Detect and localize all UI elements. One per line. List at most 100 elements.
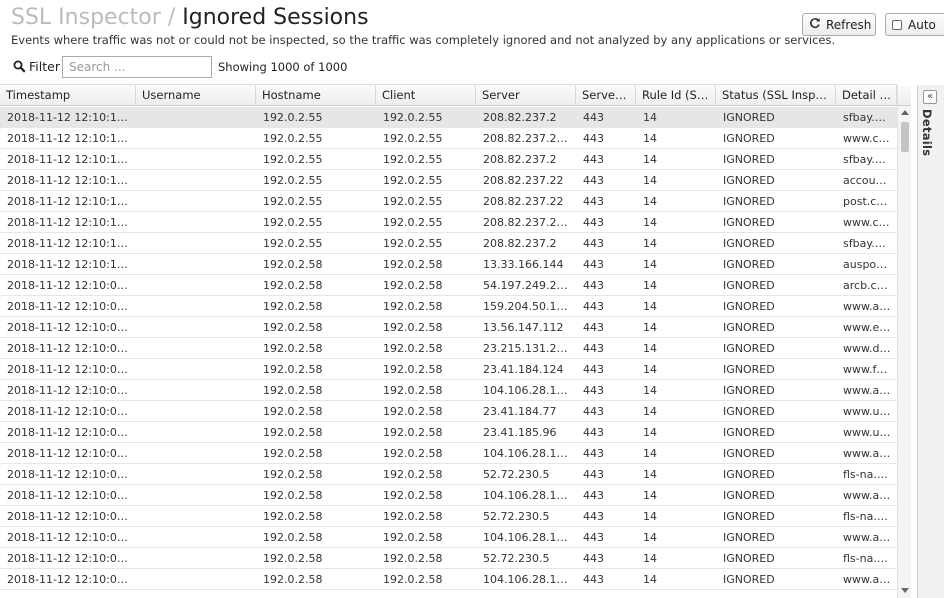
cell-detail: www.a… [843,384,891,397]
table-row[interactable]: 2018-11-12 12:10:1… 192.0.2.55 192.0.2.55 2… [0,170,897,191]
cell-username [136,380,256,401]
details-tab[interactable]: Details [920,109,934,156]
cell-server: 23.41.185.96 [483,426,557,439]
cell-hostname: 192.0.2.58 [263,384,323,397]
cell-client: 192.0.2.55 [383,216,443,229]
vertical-scrollbar[interactable] [897,106,911,598]
cell-username [136,149,256,170]
column-header-hostname[interactable]: Hostname [256,85,376,106]
table-row[interactable]: 2018-11-12 12:10:1… 192.0.2.55 192.0.2.55 2… [0,233,897,254]
cell-username [136,569,256,590]
column-header-timestamp[interactable]: Timestamp [0,85,136,106]
table-row[interactable]: 2018-11-12 12:10:0… 192.0.2.58 192.0.2.58 5… [0,506,897,527]
cell-status: IGNORED [723,237,775,250]
cell-status: IGNORED [723,489,775,502]
cell-rule-id: 14 [643,405,657,418]
table-row[interactable]: 2018-11-12 12:10:0… 192.0.2.58 192.0.2.58 2… [0,359,897,380]
cell-server: 52.72.230.5 [483,510,550,523]
table-row[interactable]: 2018-11-12 12:10:0… 192.0.2.58 192.0.2.58 2… [0,422,897,443]
cell-status: IGNORED [723,426,775,439]
cell-hostname: 192.0.2.58 [263,405,323,418]
table-row[interactable]: 2018-11-12 12:10:0… 192.0.2.58 192.0.2.58 1… [0,317,897,338]
cell-timestamp: 2018-11-12 12:10:1… [7,174,128,187]
cell-timestamp: 2018-11-12 12:10:0… [7,405,128,418]
cell-rule-id: 14 [643,468,657,481]
cell-detail: fls-na.… [843,510,888,523]
cell-hostname: 192.0.2.58 [263,426,323,439]
cell-username [136,212,256,233]
cell-server-port: 443 [583,111,604,124]
table-row[interactable]: 2018-11-12 12:10:0… 192.0.2.58 192.0.2.58 2… [0,338,897,359]
table-row[interactable]: 2018-11-12 12:10:0… 192.0.2.58 192.0.2.58 1… [0,527,897,548]
cell-status: IGNORED [723,405,775,418]
cell-detail: www.a… [843,489,891,502]
cell-detail: www.a… [843,573,891,586]
cell-hostname: 192.0.2.55 [263,195,323,208]
table-row[interactable]: 2018-11-12 12:10:1… 192.0.2.55 192.0.2.55 2… [0,107,897,128]
cell-status: IGNORED [723,216,775,229]
cell-server: 104.106.28.1… [483,384,568,397]
cell-server-port: 443 [583,447,604,460]
cell-detail: www.d… [843,342,891,355]
cell-client: 192.0.2.58 [383,405,443,418]
scroll-down-icon[interactable] [901,588,909,593]
table-row[interactable]: 2018-11-12 12:10:0… 192.0.2.58 192.0.2.58 1… [0,485,897,506]
cell-timestamp: 2018-11-12 12:10:1… [7,132,128,145]
cell-status: IGNORED [723,510,775,523]
table-row[interactable]: 2018-11-12 12:10:1… 192.0.2.55 192.0.2.55 2… [0,212,897,233]
page-header: SSL Inspector / Ignored Sessions Events … [0,0,944,52]
table-row[interactable]: 2018-11-12 12:10:1… 192.0.2.58 192.0.2.58 1… [0,254,897,275]
cell-hostname: 192.0.2.55 [263,132,323,145]
cell-hostname: 192.0.2.58 [263,342,323,355]
search-icon [13,60,26,73]
cell-timestamp: 2018-11-12 12:10:0… [7,531,128,544]
grid-body: 2018-11-12 12:10:1… 192.0.2.55 192.0.2.55 2… [0,107,897,590]
cell-server: 208.82.237.22 [483,195,564,208]
cell-username [136,422,256,443]
column-header-username[interactable]: Username [136,85,256,106]
table-row[interactable]: 2018-11-12 12:10:0… 192.0.2.58 192.0.2.58 1… [0,569,897,590]
table-row[interactable]: 2018-11-12 12:10:0… 192.0.2.58 192.0.2.58 1… [0,443,897,464]
cell-server-port: 443 [583,279,604,292]
column-header-detail[interactable]: Detail … [836,85,897,106]
cell-timestamp: 2018-11-12 12:10:0… [7,363,128,376]
table-row[interactable]: 2018-11-12 12:10:0… 192.0.2.58 192.0.2.58 5… [0,275,897,296]
column-header-status[interactable]: Status (SSL Insp… [716,85,836,106]
table-row[interactable]: 2018-11-12 12:10:1… 192.0.2.55 192.0.2.55 2… [0,191,897,212]
auto-refresh-checkbox[interactable] [892,19,902,30]
column-header-server[interactable]: Server [476,85,576,106]
collapse-icon[interactable]: « [923,90,937,104]
column-header-rule-id[interactable]: Rule Id (S… [636,85,716,106]
scroll-thumb[interactable] [901,122,909,152]
cell-status: IGNORED [723,363,775,376]
cell-client: 192.0.2.58 [383,489,443,502]
cell-timestamp: 2018-11-12 12:10:0… [7,552,128,565]
cell-detail: www.c… [843,216,890,229]
cell-server-port: 443 [583,510,604,523]
cell-status: IGNORED [723,132,775,145]
table-row[interactable]: 2018-11-12 12:10:0… 192.0.2.58 192.0.2.58 1… [0,380,897,401]
cell-server: 208.82.237.2… [483,216,568,229]
table-row[interactable]: 2018-11-12 12:10:0… 192.0.2.58 192.0.2.58 2… [0,401,897,422]
auto-refresh-toggle[interactable]: Auto [885,13,944,36]
cell-hostname: 192.0.2.58 [263,447,323,460]
table-row[interactable]: 2018-11-12 12:10:0… 192.0.2.58 192.0.2.58 5… [0,548,897,569]
column-header-client[interactable]: Client [376,85,476,106]
search-input[interactable] [62,56,212,78]
cell-username [136,191,256,212]
column-header-server-port[interactable]: Serve… [576,85,636,106]
table-row[interactable]: 2018-11-12 12:10:1… 192.0.2.55 192.0.2.55 2… [0,149,897,170]
cell-timestamp: 2018-11-12 12:10:0… [7,573,128,586]
cell-rule-id: 14 [643,132,657,145]
table-row[interactable]: 2018-11-12 12:10:0… 192.0.2.58 192.0.2.58 1… [0,296,897,317]
header-corner [897,85,911,106]
table-row[interactable]: 2018-11-12 12:10:1… 192.0.2.55 192.0.2.55 2… [0,128,897,149]
cell-username [136,443,256,464]
cell-timestamp: 2018-11-12 12:10:1… [7,258,128,271]
refresh-button[interactable]: Refresh [802,13,876,36]
scroll-up-icon[interactable] [901,110,909,115]
cell-status: IGNORED [723,258,775,271]
cell-username [136,128,256,149]
cell-server: 54.197.249.2… [483,279,568,292]
table-row[interactable]: 2018-11-12 12:10:0… 192.0.2.58 192.0.2.58 5… [0,464,897,485]
